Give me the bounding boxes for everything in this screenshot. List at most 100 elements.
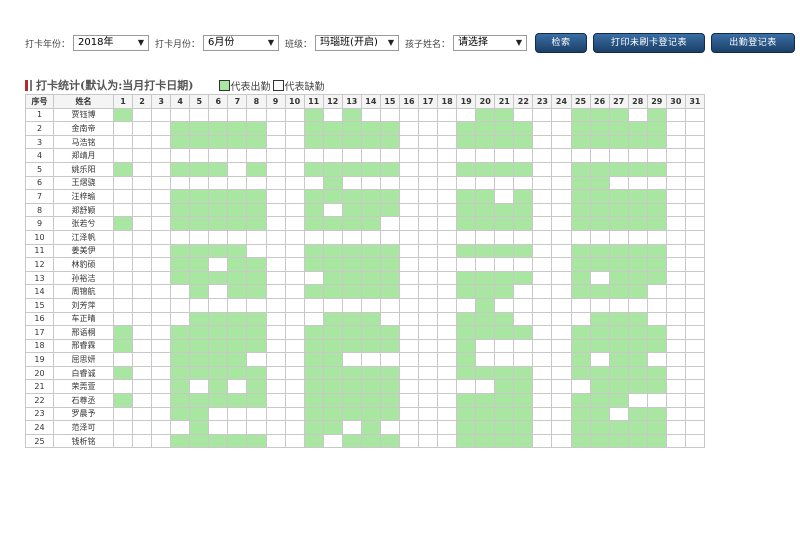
row-index: 18 <box>25 338 54 354</box>
day-cell-absent <box>437 216 458 231</box>
day-cell-present <box>627 121 648 136</box>
day-cell-present <box>627 216 648 231</box>
month-select[interactable]: 6月份 ▼ <box>203 35 280 51</box>
attendance-register-button[interactable]: 出勤登记表 <box>711 33 796 53</box>
day-cell-present <box>189 393 210 408</box>
day-cell-present <box>360 134 381 150</box>
day-cell-absent <box>475 352 496 367</box>
day-cell-present <box>322 393 343 408</box>
column-header-index: 序号 <box>25 94 54 109</box>
day-cell-absent <box>684 311 706 327</box>
day-cell-present <box>189 420 210 435</box>
day-cell-absent <box>284 379 305 395</box>
day-cell-present <box>322 134 343 150</box>
day-cell-absent <box>265 284 286 299</box>
day-cell-absent <box>551 393 572 408</box>
day-cell-present <box>589 175 610 191</box>
day-cell-absent <box>417 107 439 123</box>
day-cell-present <box>646 406 667 422</box>
day-cell-present <box>589 121 610 136</box>
day-cell-present <box>208 338 229 354</box>
day-cell-absent <box>551 352 572 367</box>
day-cell-present <box>112 161 134 177</box>
day-cell-present <box>246 393 267 408</box>
day-cell-present <box>589 365 610 381</box>
day-cell-present <box>475 121 496 136</box>
day-cell-present <box>379 270 400 286</box>
day-cell-absent <box>265 352 286 367</box>
day-cell-absent <box>513 107 534 123</box>
day-cell-absent <box>437 433 458 449</box>
day-cell-absent <box>684 161 706 177</box>
day-cell-present <box>627 379 648 395</box>
day-cell-present <box>246 365 267 381</box>
day-cell-present <box>570 420 591 435</box>
search-button[interactable]: 检索 <box>535 33 588 53</box>
day-cell-present <box>112 393 134 408</box>
day-cell-present <box>513 325 534 340</box>
day-cell-absent <box>284 216 305 231</box>
day-cell-present <box>570 161 591 177</box>
day-cell-absent <box>246 107 267 123</box>
day-cell-present <box>494 420 515 435</box>
day-cell-absent <box>608 297 629 313</box>
day-cell-present <box>227 365 248 381</box>
day-cell-present <box>513 433 534 449</box>
day-cell-absent <box>132 270 153 286</box>
day-cell-present <box>475 202 496 218</box>
day-cell-absent <box>151 148 172 163</box>
column-header-day: 30 <box>665 94 686 109</box>
print-unsigned-button[interactable]: 打印未刷卡登记表 <box>593 33 706 53</box>
row-child-name: 钱析铭 <box>53 433 114 449</box>
day-cell-present <box>341 338 362 354</box>
day-cell-present <box>646 379 667 395</box>
day-cell-present <box>475 297 496 313</box>
day-cell-present <box>303 352 324 367</box>
row-child-name: 荣莞萱 <box>53 379 114 395</box>
day-cell-present <box>589 216 610 231</box>
day-cell-absent <box>151 270 172 286</box>
day-cell-absent <box>189 175 210 191</box>
day-cell-absent <box>417 189 439 204</box>
day-cell-absent <box>456 148 477 163</box>
day-cell-absent <box>189 379 210 395</box>
day-cell-present <box>170 202 191 218</box>
day-cell-absent <box>665 270 686 286</box>
year-select[interactable]: 2018年 ▼ <box>73 35 150 51</box>
day-cell-present <box>170 243 191 259</box>
day-cell-absent <box>398 121 420 136</box>
day-cell-absent <box>265 216 286 231</box>
day-cell-present <box>246 338 267 354</box>
row-child-name: 石尊丞 <box>53 393 114 408</box>
table-row: 22 石尊丞 <box>25 393 706 408</box>
day-cell-present <box>341 161 362 177</box>
day-cell-absent <box>284 420 305 435</box>
day-cell-absent <box>532 379 553 395</box>
day-cell-absent <box>360 175 381 191</box>
day-cell-present <box>189 325 210 340</box>
day-cell-present <box>227 311 248 327</box>
table-row: 15 刘芳萍 <box>25 297 706 313</box>
class-select[interactable]: 玛瑙班(开启) ▼ <box>315 35 400 51</box>
day-cell-absent <box>208 406 229 422</box>
day-cell-present <box>341 433 362 449</box>
table-row: 24 范泽可 <box>25 420 706 435</box>
day-cell-absent <box>151 243 172 259</box>
column-header-day: 16 <box>398 94 420 109</box>
day-cell-present <box>303 107 324 123</box>
day-cell-present <box>570 121 591 136</box>
day-cell-absent <box>227 161 248 177</box>
day-cell-present <box>322 216 343 231</box>
day-cell-absent <box>132 406 153 422</box>
day-cell-absent <box>132 352 153 367</box>
day-cell-present <box>570 284 591 299</box>
day-cell-present <box>303 379 324 395</box>
day-cell-absent <box>417 365 439 381</box>
day-cell-absent <box>265 175 286 191</box>
day-cell-present <box>189 202 210 218</box>
child-select[interactable]: 请选择 ▼ <box>453 35 528 51</box>
day-cell-present <box>322 325 343 340</box>
day-cell-absent <box>112 257 134 272</box>
day-cell-absent <box>417 175 439 191</box>
day-cell-absent <box>684 257 706 272</box>
